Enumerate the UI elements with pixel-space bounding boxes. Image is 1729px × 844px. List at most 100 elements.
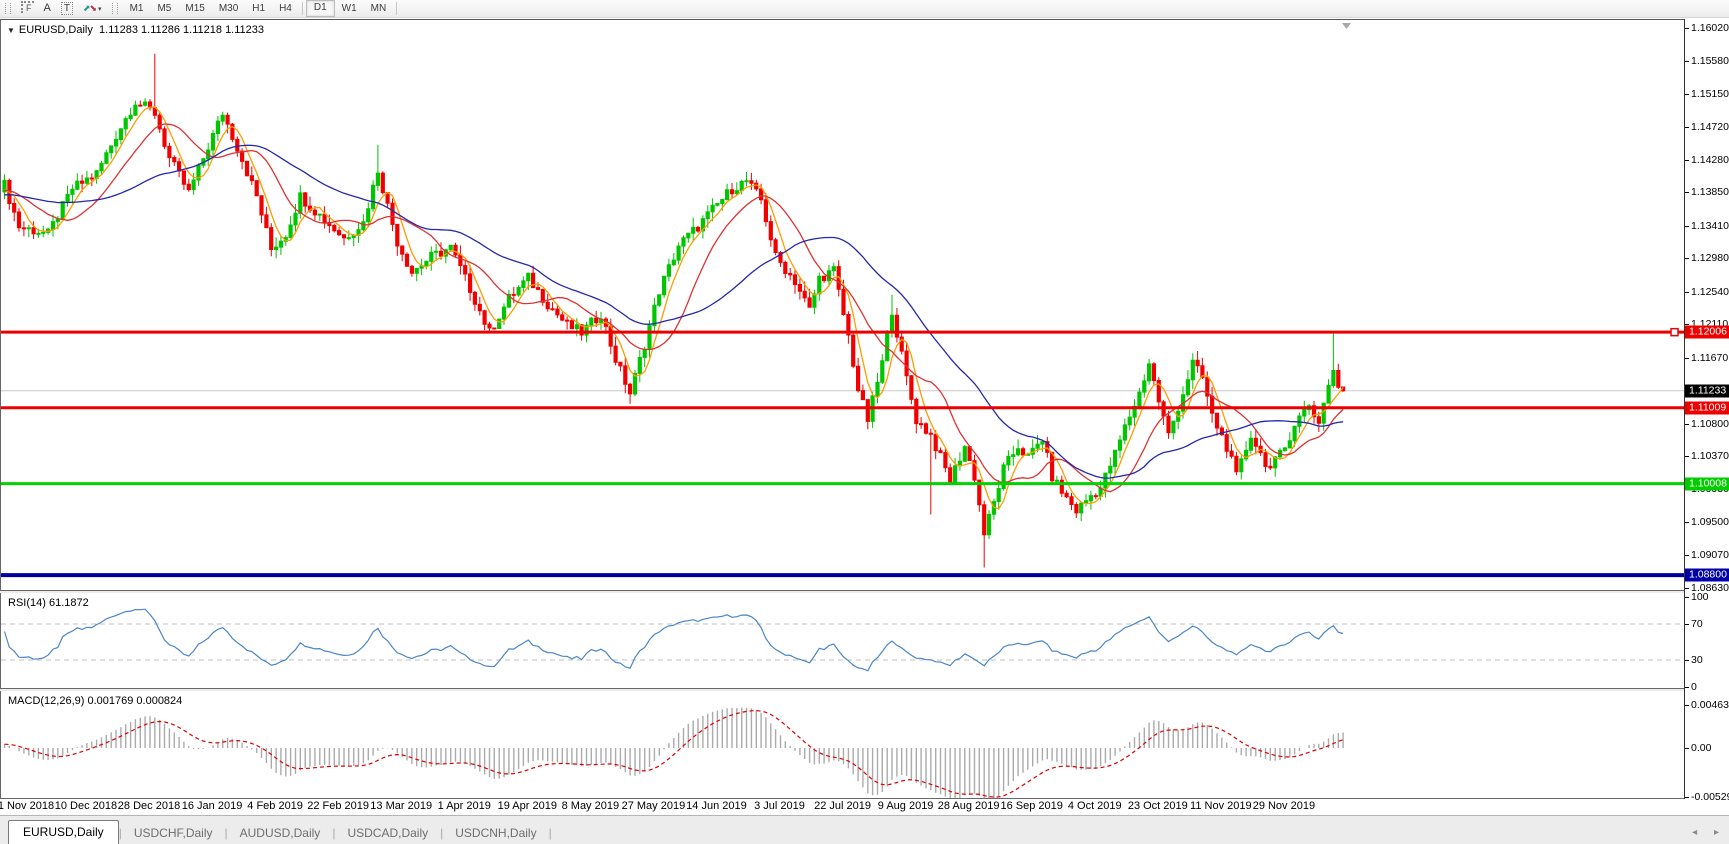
tab-usdchf[interactable]: USDCHF,Daily xyxy=(122,823,225,844)
price-tick-label: 1.09500 xyxy=(1691,516,1729,529)
date-tick-label: 16 Jan 2019 xyxy=(181,800,243,812)
ohlc-low: 1.11218 xyxy=(183,24,222,36)
chart-dropdown-icon[interactable]: ▼ xyxy=(7,26,15,35)
macd-histogram xyxy=(3,707,1344,798)
timeframe-w1-button[interactable]: W1 xyxy=(335,1,364,16)
price-tick-label: 1.12540 xyxy=(1691,285,1729,298)
tab-eurusd[interactable]: EURUSD,Daily xyxy=(8,820,119,844)
price-tick-label: 1.14280 xyxy=(1691,153,1729,166)
price-tick-dash xyxy=(1685,28,1689,29)
date-tick-label: 22 Feb 2019 xyxy=(307,800,370,812)
rsi-tick-label: 100 xyxy=(1691,591,1709,603)
rsi-tick-label: 30 xyxy=(1691,654,1703,666)
tab-scroll-left-icon[interactable]: ◂ xyxy=(1692,827,1697,838)
price-tick-dash xyxy=(1685,587,1689,589)
rsi-plot xyxy=(1,608,1684,672)
date-tick-label: 27 May 2019 xyxy=(621,800,686,812)
date-tick-label: 4 Oct 2019 xyxy=(1067,800,1122,812)
tab-usdcnh[interactable]: USDCNH,Daily xyxy=(443,823,548,844)
tab-scroll-right-icon[interactable]: ▸ xyxy=(1714,827,1719,838)
resistance-upper-badge: 1.12006 xyxy=(1685,325,1729,339)
macd-tick-dash xyxy=(1685,797,1689,799)
chart-title: ▼ EURUSD,Daily 1.11283 1.11286 1.11218 1.… xyxy=(7,24,264,36)
timeframe-m1-button[interactable]: M1 xyxy=(123,1,151,16)
timeframe-h1-button[interactable]: H1 xyxy=(245,1,272,16)
price-tick-dash xyxy=(1685,93,1689,95)
date-tick-label: 9 Aug 2019 xyxy=(877,800,934,812)
label-t-icon[interactable]: T xyxy=(56,1,78,16)
price-axis: 1.16020 1.15580 1.15150 1.14720 1.14280 1.138… xyxy=(1684,19,1729,803)
price-tick-dash xyxy=(1685,225,1689,227)
tab-usdcad[interactable]: USDCAD,Daily xyxy=(335,823,440,844)
moving-average-34 xyxy=(4,144,1344,479)
price-tick-label: 1.14720 xyxy=(1691,120,1729,133)
ohlc-high: 1.11286 xyxy=(141,24,180,36)
price-tick-dash xyxy=(1685,291,1689,293)
price-tick-label: 1.13850 xyxy=(1691,186,1729,199)
price-tick-dash xyxy=(1685,357,1689,359)
moving-average-5 xyxy=(4,106,1344,510)
candlestick-chart xyxy=(1,23,1684,578)
rsi-tick-label: 70 xyxy=(1691,618,1703,630)
price-tick-label: 1.16020 xyxy=(1691,22,1729,34)
rsi-tick-dash xyxy=(1685,597,1689,598)
date-tick-label: 3 Jul 2019 xyxy=(754,800,805,812)
top-toolbar: F A T ⬈⬊ ▾ M1 M5 M15 M30 H1 H4 D1 W1 MN xyxy=(0,0,1729,18)
date-tick-label: 4 Feb 2019 xyxy=(247,800,303,812)
price-tick-dash xyxy=(1685,554,1689,556)
bear-candle-wicks xyxy=(8,53,1344,568)
price-tick-dash xyxy=(1685,126,1689,128)
toolbar-separator xyxy=(301,2,303,15)
tabs: EURUSD,Daily | USDCHF,Daily | AUDUSD,Daily | U… xyxy=(0,820,552,844)
date-tick-label: 23 Oct 2019 xyxy=(1127,800,1188,812)
bull-candle-bodies xyxy=(2,101,1336,536)
moving-average-13 xyxy=(4,123,1344,493)
tab-audusd[interactable]: AUDUSD,Daily xyxy=(228,823,333,844)
timeframe-h4-button[interactable]: H4 xyxy=(272,1,299,16)
date-tick-label: 13 Mar 2019 xyxy=(370,800,433,812)
rsi-line xyxy=(3,608,1344,672)
macd-plot xyxy=(3,707,1344,798)
date-tick-label: 19 Apr 2019 xyxy=(497,800,557,812)
ohlc-open: 1.11283 xyxy=(99,24,138,36)
price-tick-label: 1.11670 xyxy=(1691,351,1729,364)
current-price-badge: 1.11233 xyxy=(1685,384,1729,398)
chart-grid-f-icon[interactable]: F xyxy=(16,1,39,16)
timeframe-m15-button[interactable]: M15 xyxy=(178,1,211,16)
date-tick-label: 10 Dec 2018 xyxy=(54,800,118,812)
resistance-lower-badge: 1.11009 xyxy=(1685,401,1729,415)
price-tick-label: 1.15580 xyxy=(1691,55,1729,68)
chart-shift-marker-icon[interactable] xyxy=(1342,23,1351,29)
main-chart-pane[interactable]: ▼ EURUSD,Daily 1.11283 1.11286 1.11218 1.… xyxy=(0,19,1684,591)
rsi-tick-dash xyxy=(1685,660,1689,661)
ohlc-close: 1.11233 xyxy=(225,24,265,36)
timeframe-m30-button[interactable]: M30 xyxy=(212,1,245,16)
toolbar-grip[interactable] xyxy=(5,3,11,14)
timeframe-d1-button[interactable]: D1 xyxy=(305,0,335,17)
date-tick-label: 8 May 2019 xyxy=(561,800,620,812)
indicators-icon[interactable]: ⬈⬊ ▾ xyxy=(78,1,107,16)
price-tick-dash xyxy=(1685,61,1689,63)
macd-indicator-pane[interactable]: MACD(12,26,9) 0.001769 0.000824 xyxy=(0,691,1684,799)
time-axis: 21 Nov 201810 Dec 201828 Dec 201816 Jan … xyxy=(0,799,1684,815)
price-tick-dash xyxy=(1685,159,1689,161)
support-green-badge: 1.10008 xyxy=(1685,477,1729,491)
price-tick-dash xyxy=(1685,258,1689,260)
rsi-label: RSI(14) 61.1872 xyxy=(8,597,89,609)
date-tick-label: 14 Jun 2019 xyxy=(686,800,747,812)
text-a-icon[interactable]: A xyxy=(39,1,56,16)
tab-scroll-buttons: ◂ ▸ xyxy=(1678,827,1719,838)
timeframe-mn-button[interactable]: MN xyxy=(364,1,394,16)
price-tick-dash xyxy=(1685,522,1689,524)
rsi-tick-dash xyxy=(1685,687,1689,688)
line-drag-handle[interactable] xyxy=(1670,327,1679,337)
price-tick-label: 1.15150 xyxy=(1691,87,1729,100)
macd-tick-label: -0.005299 xyxy=(1691,791,1729,804)
timeframe-m5-button[interactable]: M5 xyxy=(150,1,178,16)
date-tick-label: 22 Jul 2019 xyxy=(814,800,871,812)
price-tick-dash xyxy=(1685,456,1689,458)
toolbar-separator xyxy=(396,2,398,15)
rsi-indicator-pane[interactable]: RSI(14) 61.1872 xyxy=(0,593,1684,689)
price-tick-label: 1.10800 xyxy=(1691,417,1729,430)
toolbar-grip[interactable] xyxy=(111,3,118,14)
